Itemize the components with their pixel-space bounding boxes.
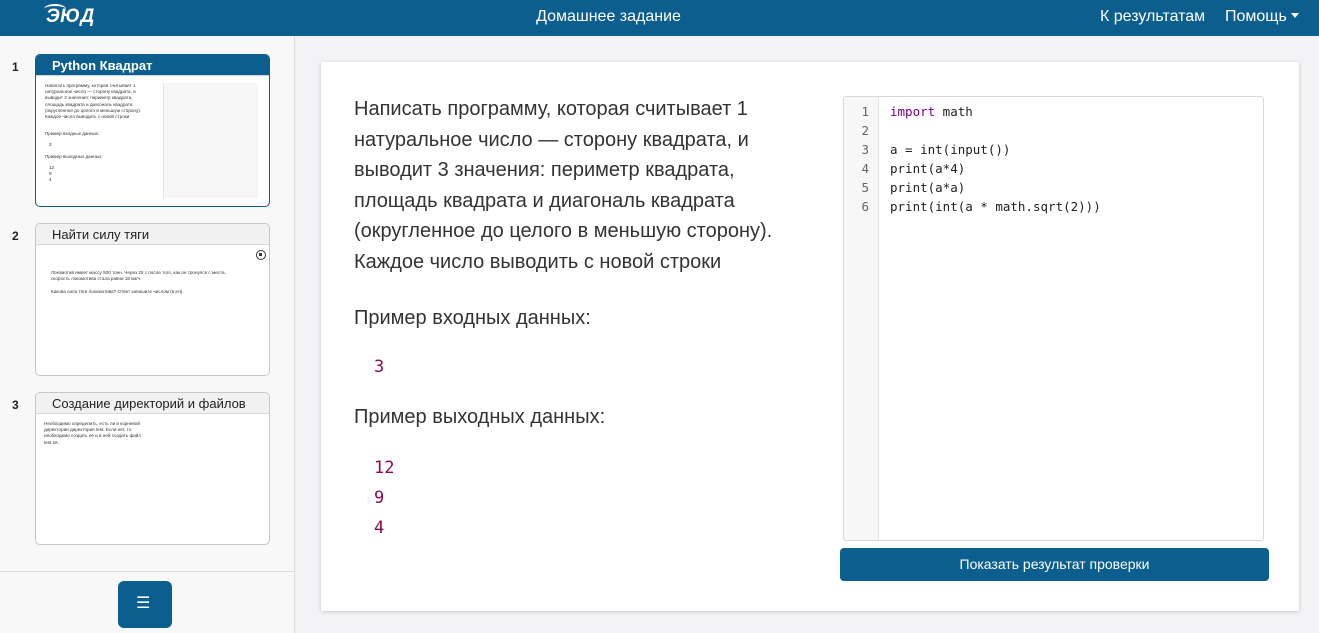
code-text: a = int(input()) bbox=[890, 142, 1011, 157]
sidebar-footer: ☰ bbox=[0, 571, 294, 633]
code-text: math bbox=[935, 104, 973, 119]
line-number: 2 bbox=[861, 123, 869, 138]
task-card-title: Найти силу тяги bbox=[36, 224, 269, 245]
task-number: 1 bbox=[12, 60, 19, 74]
task-card-title: Создание директорий и файлов bbox=[36, 393, 269, 414]
list-icon: ☰ bbox=[136, 595, 151, 612]
task-preview-text: Необходимо определить, есть ли в корнево… bbox=[44, 421, 142, 445]
code-line: import math bbox=[890, 104, 973, 119]
code-keyword: import bbox=[890, 104, 936, 119]
task-description: Написать программу, которая считывает 1 … bbox=[354, 98, 773, 273]
task-number: 3 bbox=[12, 398, 19, 412]
radio-icon bbox=[256, 250, 266, 260]
line-number: 6 bbox=[861, 199, 869, 214]
code-line: print(a*a) bbox=[890, 180, 965, 195]
code-line: a = int(input()) bbox=[890, 142, 1010, 157]
task-preview-output-label: Пример выходных данных: bbox=[45, 154, 103, 159]
task-preview-output: 12 9 4 bbox=[49, 165, 55, 183]
output-example-label: Пример выходных данных: bbox=[354, 406, 606, 428]
code-text: print(a*4) bbox=[890, 161, 966, 176]
input-example-value: 3 bbox=[374, 357, 385, 377]
line-number: 3 bbox=[861, 142, 869, 157]
task-preview-input: 3 bbox=[49, 142, 52, 147]
task-sidebar: 1 Python Квадрат Написать программу, кот… bbox=[0, 36, 295, 633]
line-number: 4 bbox=[861, 161, 869, 176]
output-example-value: 4 bbox=[374, 518, 385, 538]
code-editor[interactable]: 1 2 3 4 5 6 import math a = int(input())… bbox=[843, 96, 1264, 541]
show-check-result-button[interactable]: Показать результат проверки bbox=[840, 548, 1269, 581]
line-number: 5 bbox=[861, 180, 869, 195]
output-example-value: 12 bbox=[374, 458, 395, 478]
help-menu-label: Помощь bbox=[1225, 8, 1287, 25]
input-example-label: Пример входных данных: bbox=[354, 307, 591, 329]
task-preview-code bbox=[163, 83, 258, 198]
page-title: Домашнее задание bbox=[536, 8, 681, 25]
task-preview-text: Локомотив имеет массу 500 тонн. Через 25… bbox=[51, 270, 226, 294]
help-menu[interactable]: Помощь bbox=[1225, 8, 1299, 26]
code-line: print(a*4) bbox=[890, 161, 965, 176]
task-list-button[interactable]: ☰ bbox=[118, 581, 172, 628]
code-text: print(int(a * math.sqrt(2))) bbox=[890, 199, 1101, 214]
results-link[interactable]: К результатам bbox=[1100, 8, 1205, 26]
task-card-1[interactable]: Python Квадрат Написать программу, котор… bbox=[35, 54, 270, 207]
line-number: 1 bbox=[861, 104, 869, 119]
task-number: 2 bbox=[12, 229, 19, 243]
task-card-title: Python Квадрат bbox=[36, 55, 269, 76]
task-content-card: Написать программу, которая считывает 1 … bbox=[321, 62, 1299, 611]
top-navbar: ЭЮД Домашнее задание К результатам Помощ… bbox=[0, 0, 1319, 36]
code-line: print(int(a * math.sqrt(2))) bbox=[890, 199, 1101, 214]
line-gutter: 1 2 3 4 5 6 bbox=[844, 97, 879, 540]
output-example-value: 9 bbox=[374, 488, 385, 508]
task-preview-input-label: Пример входных данных: bbox=[45, 131, 100, 136]
task-card-3[interactable]: Создание директорий и файлов Необходимо … bbox=[35, 392, 270, 545]
task-preview-text: Написать программу, которая считывает 1 … bbox=[45, 83, 142, 120]
task-card-2[interactable]: Найти силу тяги Локомотив имеет массу 50… bbox=[35, 223, 270, 376]
code-text: print(a*a) bbox=[890, 180, 966, 195]
caret-down-icon bbox=[1290, 13, 1299, 19]
